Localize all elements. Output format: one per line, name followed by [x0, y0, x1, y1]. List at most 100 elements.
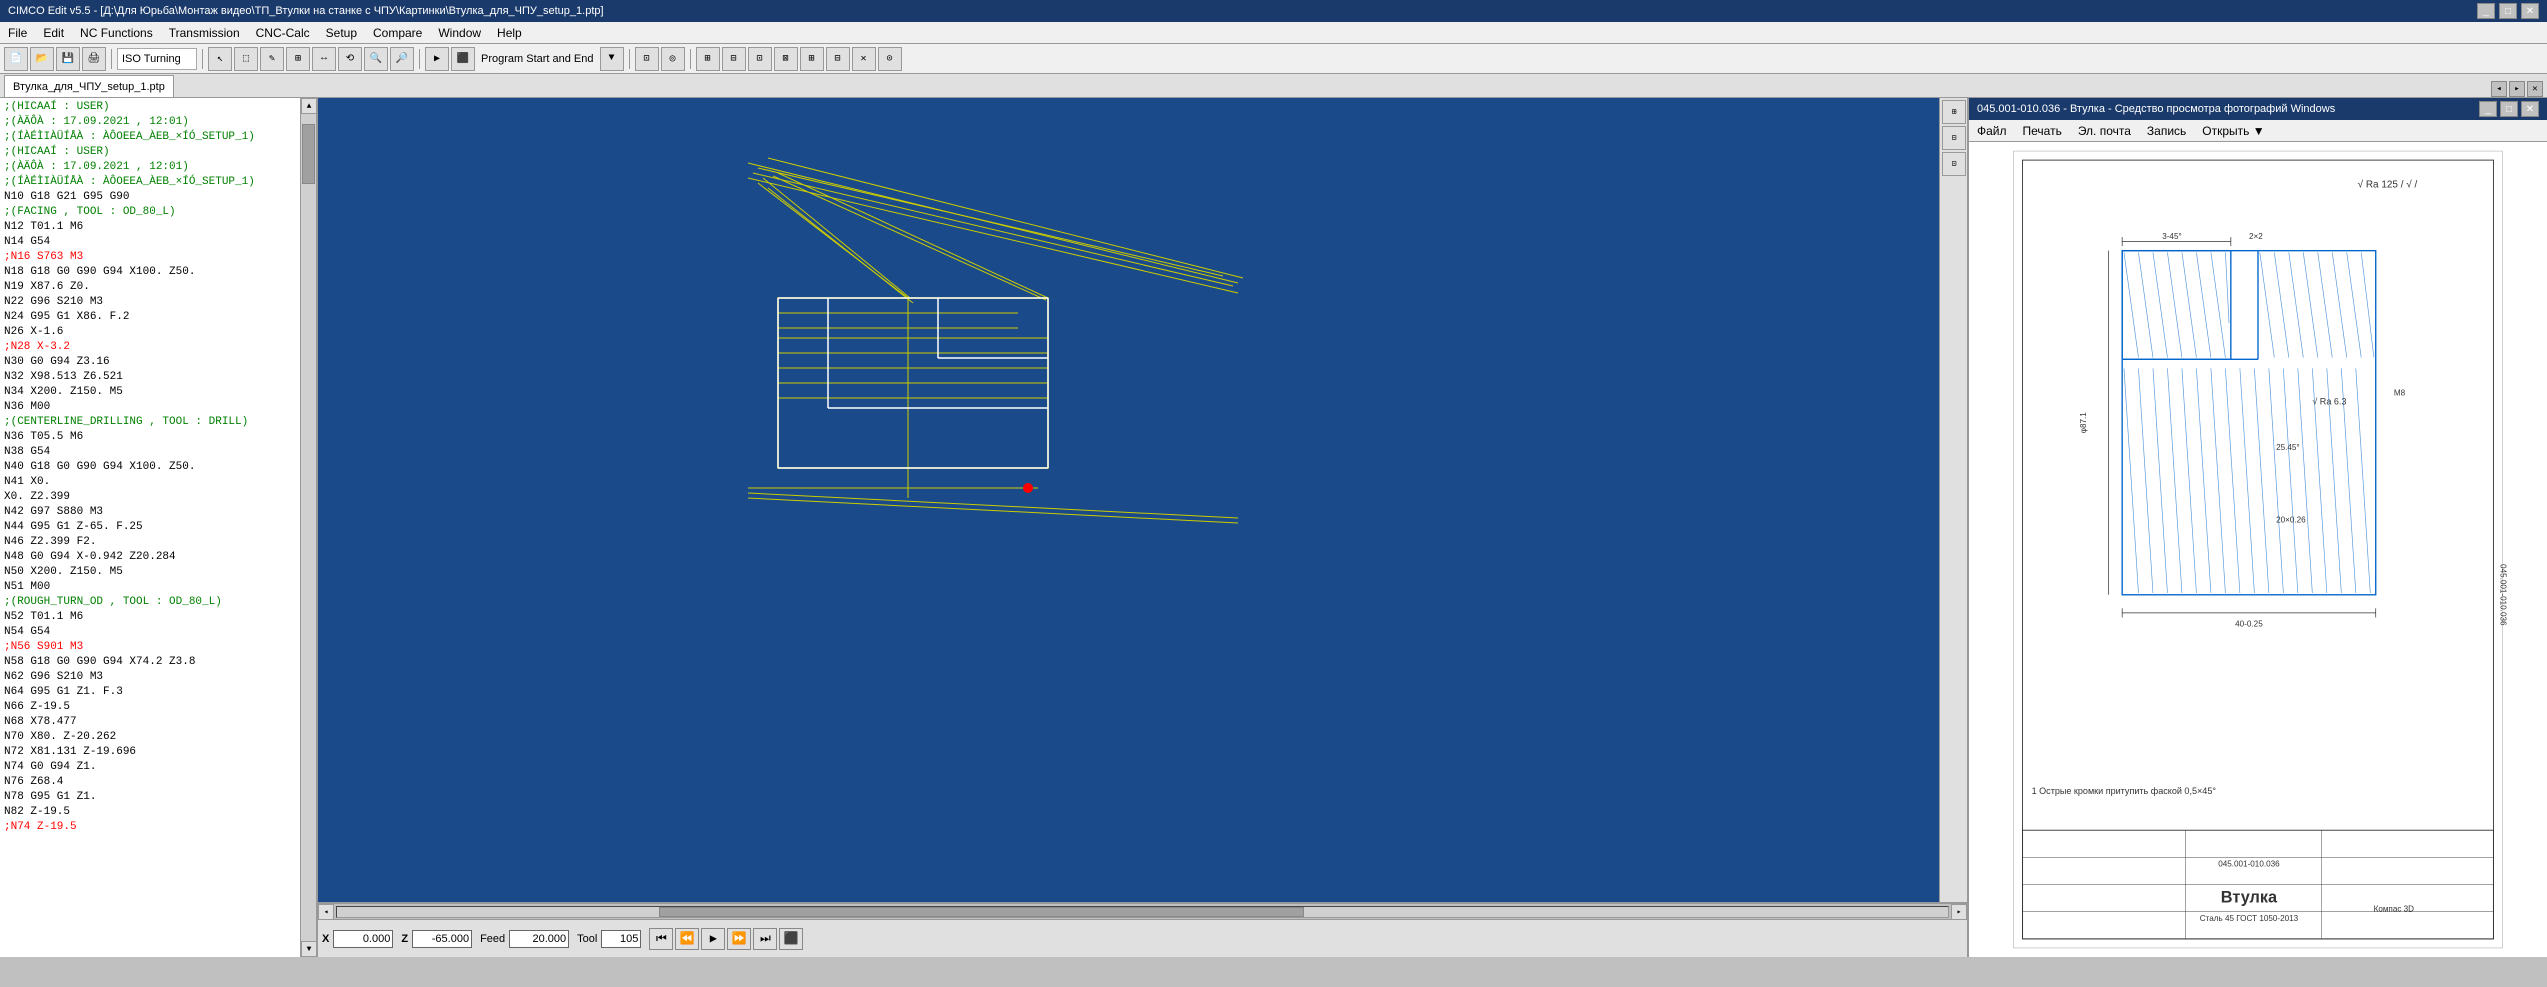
code-line: N18 G18 G0 G90 G94 X100. Z50.	[4, 265, 296, 280]
svg-text:Втулка: Втулка	[2221, 889, 2278, 907]
new-button[interactable]: 📄	[4, 47, 28, 71]
tab-left[interactable]: ◂	[2491, 81, 2507, 97]
rt-btn-3[interactable]: ⊡	[1942, 152, 1966, 176]
image-panel-menu: Файл Печать Эл. почта Запись Открыть ▼	[1969, 120, 2547, 142]
feed-input[interactable]	[509, 930, 569, 948]
code-line: X0. Z2.399	[4, 490, 296, 505]
sep-3	[419, 49, 420, 69]
z-coord-group: Z	[401, 930, 472, 948]
code-line: N10 G18 G21 G95 G90	[4, 190, 296, 205]
img-menu-file[interactable]: Файл	[1969, 120, 2015, 141]
code-line: ;(НICAAÍ : USER)	[4, 145, 296, 160]
image-panel: 045.001-010.036 - Втулка - Средство прос…	[1967, 98, 2547, 957]
play-btn[interactable]: ▶	[701, 928, 725, 950]
open-button[interactable]: 📂	[30, 47, 54, 71]
iso-turning-label[interactable]: ISO Turning	[117, 48, 197, 70]
zoom-fit[interactable]: ⊡	[635, 47, 659, 71]
code-line: ;N16 S763 M3	[4, 250, 296, 265]
scroll-up-btn[interactable]: ▲	[301, 98, 316, 114]
sim-btn-2[interactable]: ⊟	[722, 47, 746, 71]
scrollbar-track[interactable]	[336, 906, 1949, 918]
img-menu-print[interactable]: Печать	[2015, 120, 2070, 141]
menu-nc-functions[interactable]: NC Functions	[72, 22, 161, 43]
dropdown-btn[interactable]: ▼	[600, 47, 624, 71]
rt-btn-2[interactable]: ⊟	[1942, 126, 1966, 150]
image-window-controls[interactable]: _ □ ✕	[2479, 101, 2539, 117]
tool-3[interactable]: ✎	[260, 47, 284, 71]
rt-btn-1[interactable]: ⊞	[1942, 100, 1966, 124]
zoom-100[interactable]: ◎	[661, 47, 685, 71]
step-fwd-btn[interactable]: ⏩	[727, 928, 751, 950]
tab-label: Втулка_для_ЧПУ_setup_1.ptp	[13, 81, 165, 93]
z-input[interactable]	[412, 930, 472, 948]
sim-btn-7[interactable]: ✕	[852, 47, 876, 71]
scrollbar-thumb[interactable]	[659, 907, 1303, 917]
svg-text:1 Острые кромки притупить фаск: 1 Острые кромки притупить фаской 0,5×45°	[2032, 786, 2217, 796]
sim-btn-4[interactable]: ⊠	[774, 47, 798, 71]
zoom-out[interactable]: 🔎	[390, 47, 414, 71]
code-line: N38 G54	[4, 445, 296, 460]
svg-text:045.001-010.036: 045.001-010.036	[2218, 859, 2280, 868]
sim-btn-3[interactable]: ⊡	[748, 47, 772, 71]
tab-controls[interactable]: ◂ ▸ ✕	[2491, 81, 2547, 97]
code-line: ;(НICAAÍ : USER)	[4, 100, 296, 115]
step-back-btn[interactable]: ⏪	[675, 928, 699, 950]
code-line: N70 X80. Z-20.262	[4, 730, 296, 745]
menu-transmission[interactable]: Transmission	[161, 22, 248, 43]
save-button[interactable]: 💾	[56, 47, 80, 71]
close-button[interactable]: ✕	[2521, 3, 2539, 19]
tool-6[interactable]: ⟲	[338, 47, 362, 71]
menu-edit[interactable]: Edit	[35, 22, 72, 43]
stop-button[interactable]: ⬛	[451, 47, 475, 71]
select-tool[interactable]: ⬚	[234, 47, 258, 71]
cursor-tool[interactable]: ↖	[208, 47, 232, 71]
menu-cnc-calc[interactable]: CNC-Calc	[248, 22, 318, 43]
img-menu-record[interactable]: Запись	[2139, 120, 2194, 141]
code-line: N14 G54	[4, 235, 296, 250]
print-button[interactable]: 🖨	[82, 47, 106, 71]
code-line: N24 G95 G1 X86. F.2	[4, 310, 296, 325]
scroll-down-btn[interactable]: ▼	[301, 941, 316, 957]
vertical-scrollbar[interactable]: ▲ ▼	[300, 98, 316, 957]
code-line: N40 G18 G0 G90 G94 X100. Z50.	[4, 460, 296, 475]
menu-compare[interactable]: Compare	[365, 22, 430, 43]
sim-btn-1[interactable]: ⊞	[696, 47, 720, 71]
goto-start-btn[interactable]: ⏮	[649, 928, 673, 950]
menu-setup[interactable]: Setup	[318, 22, 365, 43]
maximize-button[interactable]: □	[2499, 3, 2517, 19]
cimco-title-bar: CIMCO Edit v5.5 - [Д:\Для Юрьба\Монтаж в…	[0, 0, 2547, 22]
scroll-thumb[interactable]	[302, 124, 315, 184]
scroll-right-btn[interactable]: ▸	[1951, 904, 1967, 920]
sim-btn-8[interactable]: ⊙	[878, 47, 902, 71]
x-input[interactable]	[333, 930, 393, 948]
scroll-track[interactable]	[301, 114, 316, 941]
sim-btn-6[interactable]: ⊟	[826, 47, 850, 71]
horizontal-scrollbar[interactable]: ◂ ▸	[318, 904, 1967, 920]
sim-btn-5[interactable]: ⊞	[800, 47, 824, 71]
tool-input[interactable]	[601, 930, 641, 948]
scroll-left-btn[interactable]: ◂	[318, 904, 334, 920]
tab-right[interactable]: ▸	[2509, 81, 2525, 97]
code-content: ;(НICAAÍ : USER);(ÀÄÔÀ : 17.09.2021 , 12…	[0, 98, 300, 957]
img-close[interactable]: ✕	[2521, 101, 2539, 117]
tool-4[interactable]: ⊞	[286, 47, 310, 71]
img-maximize[interactable]: □	[2500, 101, 2518, 117]
img-menu-email[interactable]: Эл. почта	[2070, 120, 2139, 141]
run-button[interactable]: ▶	[425, 47, 449, 71]
menu-file[interactable]: File	[0, 22, 35, 43]
code-line: N12 T01.1 M6	[4, 220, 296, 235]
zoom-in[interactable]: 🔍	[364, 47, 388, 71]
tab-close[interactable]: ✕	[2527, 81, 2543, 97]
menu-window[interactable]: Window	[430, 22, 489, 43]
minimize-button[interactable]: _	[2477, 3, 2495, 19]
tab-file[interactable]: Втулка_для_ЧПУ_setup_1.ptp	[4, 75, 174, 97]
img-minimize[interactable]: _	[2479, 101, 2497, 117]
img-menu-open[interactable]: Открыть ▼	[2194, 120, 2272, 141]
window-controls[interactable]: _ □ ✕	[2477, 3, 2539, 19]
stop-btn[interactable]: ⬛	[779, 928, 803, 950]
code-line: N51 M00	[4, 580, 296, 595]
goto-end-btn[interactable]: ⏭	[753, 928, 777, 950]
tool-5[interactable]: ↔	[312, 47, 336, 71]
menu-help[interactable]: Help	[489, 22, 530, 43]
svg-text:Компас 3D: Компас 3D	[2374, 905, 2415, 914]
